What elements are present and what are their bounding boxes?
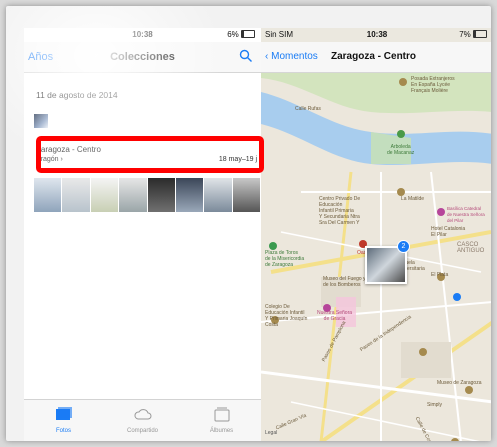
map-label: Museo del Fuego y de los Bomberos <box>323 276 366 288</box>
map-label: La Matilde <box>401 196 425 202</box>
tab-shared[interactable]: Compartido <box>103 400 182 441</box>
photo-thumbnail[interactable] <box>34 114 48 128</box>
photo-thumbnail[interactable] <box>232 178 261 212</box>
photo-thumbnail[interactable] <box>147 178 176 212</box>
map-label: Plaza de Toros de la Misericordia de Zar… <box>265 250 305 268</box>
map-label: CASCO ANTIGUO <box>457 242 485 254</box>
map-label: Simply <box>427 402 443 408</box>
date-header: 11 de agosto de 2014 <box>36 90 118 100</box>
battery-indicator: 7% <box>459 30 487 39</box>
map-label: Nuestra Señora de Gracia <box>317 310 353 322</box>
map-label: Hotel Catalonia El Pilar <box>431 226 466 238</box>
map-label: Calle Rufas <box>295 106 321 112</box>
photo-thumbnail[interactable] <box>204 178 233 212</box>
navigation-bar: ‹ Momentos Zaragoza - Centro <box>261 42 491 73</box>
map-screen: Sin SIM 10:38 7% ‹ Momentos Zaragoza - C… <box>261 28 491 441</box>
map-label: Posada Extranjeros En España Lycée Franç… <box>411 76 455 94</box>
back-button[interactable]: ‹ Momentos <box>265 51 318 62</box>
map-label: Museo de Zaragoza <box>437 380 482 386</box>
screenshot-frame: 10:38 6% Años Colecciones 11 de agosto d… <box>6 6 491 441</box>
status-time: 10:38 <box>366 30 388 39</box>
page-title: Zaragoza - Centro <box>331 51 417 62</box>
tab-photos[interactable]: Fotos <box>24 400 103 441</box>
battery-icon <box>241 30 255 38</box>
photos-icon <box>55 407 72 420</box>
albums-icon <box>214 407 229 422</box>
photo-thumbnail[interactable] <box>175 178 205 212</box>
tab-bar: Fotos Compartido Álbumes <box>24 399 261 441</box>
collections-screen: 10:38 6% Años Colecciones 11 de agosto d… <box>24 28 261 441</box>
back-label: Momentos <box>271 51 318 62</box>
battery-percent: 6% <box>227 30 239 39</box>
tab-label: Fotos <box>55 428 71 434</box>
navigation-bar: Años Colecciones <box>24 42 261 73</box>
map-label: Colegio De Educación Infantil Y Primaria… <box>265 304 308 328</box>
photo-strip[interactable] <box>34 178 261 212</box>
battery-percent: 7% <box>459 30 471 39</box>
cloud-icon <box>134 409 151 420</box>
battery-icon <box>473 30 487 38</box>
page-title: Colecciones <box>110 51 175 63</box>
map-label: Basílica Catedral de Nuestra Señora del … <box>447 206 485 223</box>
photo-thumbnail[interactable] <box>90 178 120 212</box>
map-label: Arboleda de Macanaz <box>387 144 415 156</box>
tab-albums[interactable]: Álbumes <box>182 400 261 441</box>
photo-count-badge: 2 <box>397 240 410 253</box>
photo-thumbnail[interactable] <box>119 178 148 212</box>
status-bar: 10:38 6% <box>24 28 261 42</box>
tab-label: Compartido <box>126 428 158 434</box>
status-bar: Sin SIM 10:38 7% <box>261 28 491 42</box>
status-time: 10:38 <box>132 30 153 39</box>
photo-thumbnail[interactable] <box>34 178 63 212</box>
map-label: El Plata <box>431 272 449 278</box>
photo-thumbnail[interactable] <box>62 178 91 212</box>
map-label: Centro Privado De Educación Infantil Pri… <box>319 196 361 226</box>
search-icon[interactable] <box>239 49 253 63</box>
highlight-annotation <box>36 136 264 173</box>
battery-indicator: 6% <box>227 30 255 39</box>
tab-label: Álbumes <box>209 428 234 434</box>
legal-link[interactable]: Legal <box>265 430 277 436</box>
